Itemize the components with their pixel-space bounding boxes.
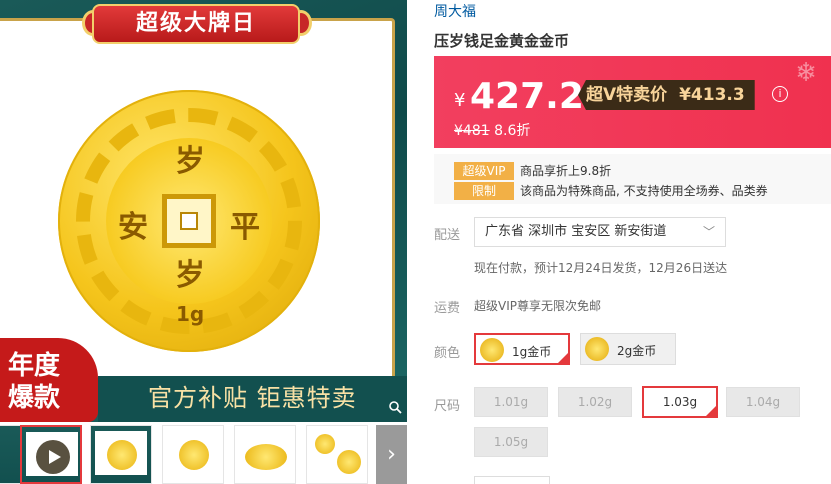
discount-rate: 8.6折 [494,123,531,139]
play-icon[interactable] [36,440,70,474]
coin-char-right: 平 [230,210,260,245]
hot-item-badge: 年度 爆款 [0,338,98,422]
chevron-down-icon: ﹀ [702,225,715,239]
color-label: 颜色 [434,346,461,361]
size-label: 尺码 [434,399,461,414]
coin-char-top: 岁 [175,144,205,179]
image-gallery: 超级大牌日 岁 安 平 岁 1g 年度 爆款 官方补贴 钜惠特卖 › [0,0,407,484]
product-page: 超级大牌日 岁 安 平 岁 1g 年度 爆款 官方补贴 钜惠特卖 › 周大福 压… [0,0,831,484]
thumbnail-oval-image [245,444,287,470]
thumbnail-coin [107,440,137,470]
thumbnail-coin-small [315,434,335,454]
color-option-1g[interactable]: 1g金币 [474,333,570,365]
coin-weight-mark: 1g [176,302,205,326]
badge-line-1: 年度 [8,351,61,381]
original-price: ¥481 [454,123,490,139]
promo-row-limit: 限制 该商品为特殊商品, 不支持使用全场券、品类券 [454,182,768,200]
thumbnail-strip: › [0,425,407,484]
info-icon[interactable]: i [772,86,788,102]
promo-text-vip: 商品享折上9.8折 [520,164,612,178]
thumbnail-oval-coin[interactable] [234,425,296,484]
thumbnail-coin-image [179,440,209,470]
thumbnail-video[interactable] [20,425,82,484]
vip-price-value: ¥413.3 [679,85,745,105]
price-box: ❄ ¥ 427.2 超V特卖价 ¥413.3 i ¥481 8.6折 [434,56,831,148]
promo-slogan: 官方补贴 钜惠特卖 [148,384,357,412]
color-option-label: 1g金币 [512,345,552,359]
thumbnail-coin-small [337,450,361,474]
gold-coin-image: 岁 安 平 岁 1g [58,90,320,352]
size-option-1-03g[interactable]: 1.03g [642,386,718,418]
promo-tag-vip: 超级VIP [454,162,514,180]
currency-symbol: ¥ [454,90,466,111]
current-price: 427.2 [470,76,584,117]
product-info-panel: 周大福 压岁钱足金黄金金币 ❄ ¥ 427.2 超V特卖价 ¥413.3 i ¥… [434,0,831,484]
coin-square [162,194,216,248]
size-option-1-02g[interactable]: 1.02g [558,387,632,417]
vip-price-tag: 超V特卖价 ¥413.3 [578,80,755,110]
snowflake-decoration-icon: ❄ [795,58,817,88]
main-product-image[interactable]: 超级大牌日 岁 安 平 岁 1g 年度 爆款 官方补贴 钜惠特卖 [0,0,407,422]
color-option-2g[interactable]: 2g金币 [580,333,676,365]
freight-label: 运费 [434,301,461,316]
coin-char-bottom: 岁 [175,258,205,293]
address-selector[interactable]: 广东省 深圳市 宝安区 新安街道 ﹀ [474,217,726,247]
color-option-thumb [585,337,609,361]
brand-link[interactable]: 周大福 [434,1,476,21]
coin-square-hole [180,212,198,230]
freight-text: 超级VIP尊享无限次免邮 [474,299,601,313]
promo-banner: 超级大牌日 [92,4,300,44]
promo-text-limit: 该商品为特殊商品, 不支持使用全场券、品类券 [520,184,768,198]
selected-check-icon [705,405,717,417]
zoom-icon[interactable] [388,400,404,416]
vip-price-label: 超V特卖价 [586,85,668,105]
promo-row-vip: 超级VIP 商品享折上9.8折 [454,162,611,180]
color-option-label: 2g金币 [617,344,657,358]
thumbnail-coin[interactable] [162,425,224,484]
product-title: 压岁钱足金黄金金币 [434,32,570,50]
shipping-estimate: 现在付款，预计12月24日发货，12月26日送达 [474,261,728,275]
size-option-1-04g[interactable]: 1.04g [726,387,800,417]
badge-line-2: 爆款 [8,383,61,413]
selected-check-icon [557,352,569,364]
promo-section: 超级VIP 商品享折上9.8折 限制 该商品为特殊商品, 不支持使用全场券、品类券 [434,154,831,204]
size-option-1-05g[interactable]: 1.05g [474,427,548,457]
thumbnail-next-arrow-icon[interactable]: › [376,425,407,484]
quantity-stepper[interactable] [474,476,550,484]
thumbnail-multi-coin[interactable] [306,425,368,484]
thumbnail-banner-coin[interactable] [90,425,152,484]
original-price-line: ¥481 8.6折 [454,120,530,140]
color-option-thumb [480,338,504,362]
promo-tag-limit: 限制 [454,182,514,200]
address-text: 广东省 深圳市 宝安区 新安街道 [485,224,667,239]
delivery-label: 配送 [434,228,461,243]
thumbnail-prev-partial[interactable] [0,425,22,484]
size-option-1-01g[interactable]: 1.01g [474,387,548,417]
coin-char-left: 安 [118,210,148,245]
size-option-label: 1.03g [662,395,698,409]
